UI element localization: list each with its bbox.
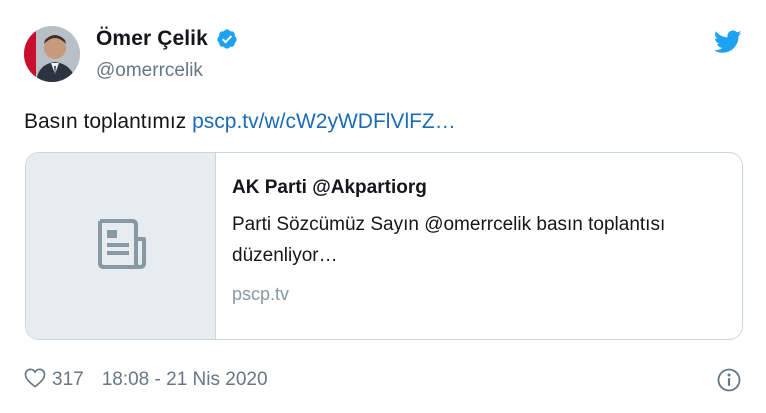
tweet-body: Basın toplantımız — [24, 110, 193, 133]
timestamp[interactable]: 18:08 - 21 Nis 2020 — [102, 369, 268, 391]
document-icon — [92, 215, 150, 278]
twitter-bird-icon[interactable] — [713, 30, 742, 54]
tweet-link[interactable]: pscp.tv/w/cW2yWDFlVlFZ… — [192, 110, 456, 133]
tweet-text: Basın toplantımız pscp.tv/w/cW2yWDFlVlFZ… — [24, 109, 456, 135]
card-body: AK Parti @Akpartiorg Parti Sözcümüz Sayı… — [216, 153, 742, 339]
avatar[interactable] — [24, 26, 80, 82]
author-handle[interactable]: @omerrcelik — [96, 60, 203, 82]
like-count: 317 — [52, 369, 84, 390]
heart-icon — [24, 368, 46, 393]
card-description: Parti Sözcümüz Sayın @omerrcelik basın t… — [232, 214, 666, 266]
link-card[interactable]: AK Parti @Akpartiorg Parti Sözcümüz Sayı… — [25, 152, 743, 340]
author-row: Ömer Çelik — [96, 27, 238, 51]
verified-badge-icon — [216, 28, 238, 50]
embedded-tweet: Ömer Çelik @omerrcelik Basın toplantımız… — [0, 0, 766, 413]
author-name[interactable]: Ömer Çelik — [96, 27, 208, 51]
info-icon[interactable] — [716, 367, 742, 393]
card-domain: pscp.tv — [232, 284, 290, 304]
card-title: AK Parti @Akpartiorg — [232, 177, 427, 198]
card-thumbnail — [26, 153, 216, 339]
like-button[interactable]: 317 — [24, 368, 84, 393]
tweet-footer: 317 18:08 - 21 Nis 2020 — [24, 366, 742, 394]
